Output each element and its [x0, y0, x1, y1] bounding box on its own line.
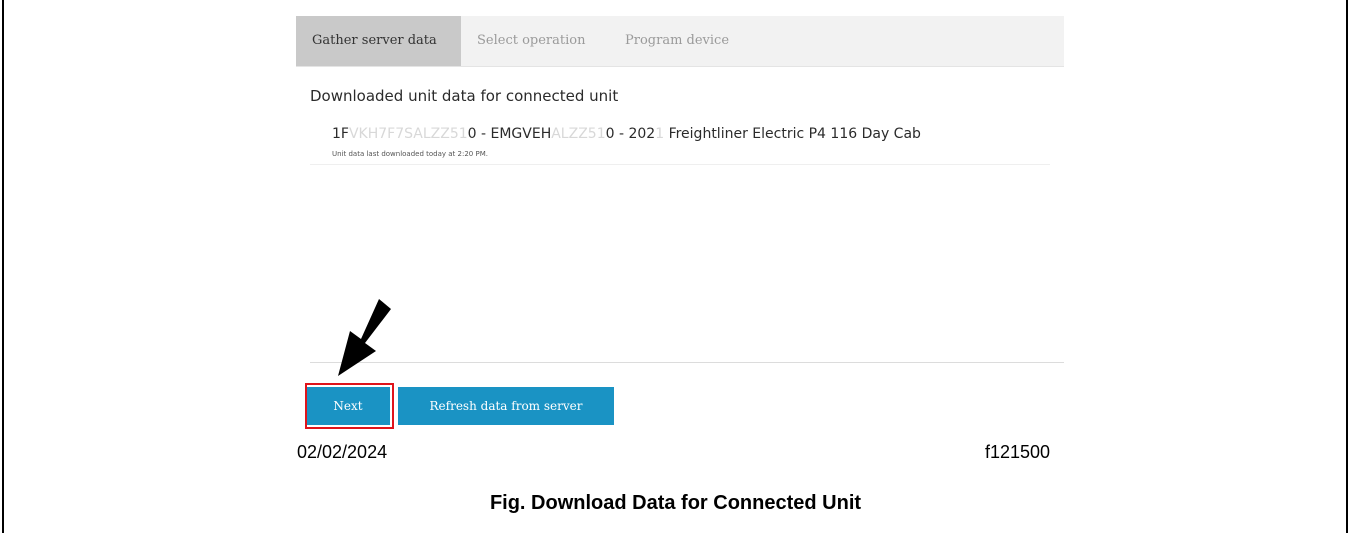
tab-select-operation[interactable]: Select operation: [461, 16, 609, 66]
figure-id: f121500: [985, 442, 1051, 462]
section-heading: Downloaded unit data for connected unit: [310, 87, 619, 105]
wizard-tab-bar: Gather server data Select operation Prog…: [296, 16, 1064, 67]
next-button-highlight: [305, 383, 394, 429]
footer-divider: [310, 362, 1064, 363]
vin-prefix: 1F: [332, 126, 349, 142]
row-separator: [310, 164, 1050, 165]
figure-caption: Fig. Download Data for Connected Unit: [489, 492, 862, 514]
tab-gather-server-data[interactable]: Gather server data: [296, 16, 461, 66]
unit-data-row[interactable]: 1FVKH7F7SALZZ510 - EMGVEHALZZ510 - 2021 …: [332, 126, 921, 142]
refresh-data-button[interactable]: Refresh data from server: [398, 387, 614, 425]
tab-program-device[interactable]: Program device: [609, 16, 749, 66]
redacted-year-digit: 1: [655, 126, 665, 142]
vehicle-model: Freightliner Electric P4 116 Day Cab: [664, 126, 921, 142]
pointer-arrow-icon: [338, 299, 391, 376]
unit-id-part: 0 - EMGVEH: [467, 126, 552, 142]
document-date: 02/02/2024: [297, 442, 388, 462]
redacted-vin: VKH7F7SALZZ51: [348, 126, 468, 142]
redacted-unit-id: ALZZ51: [551, 126, 606, 142]
last-downloaded-text: Unit data last downloaded today at 2:20 …: [332, 150, 488, 158]
app-window: Gather server data Select operation Prog…: [296, 16, 1064, 440]
model-year-part: 0 - 202: [605, 126, 656, 142]
